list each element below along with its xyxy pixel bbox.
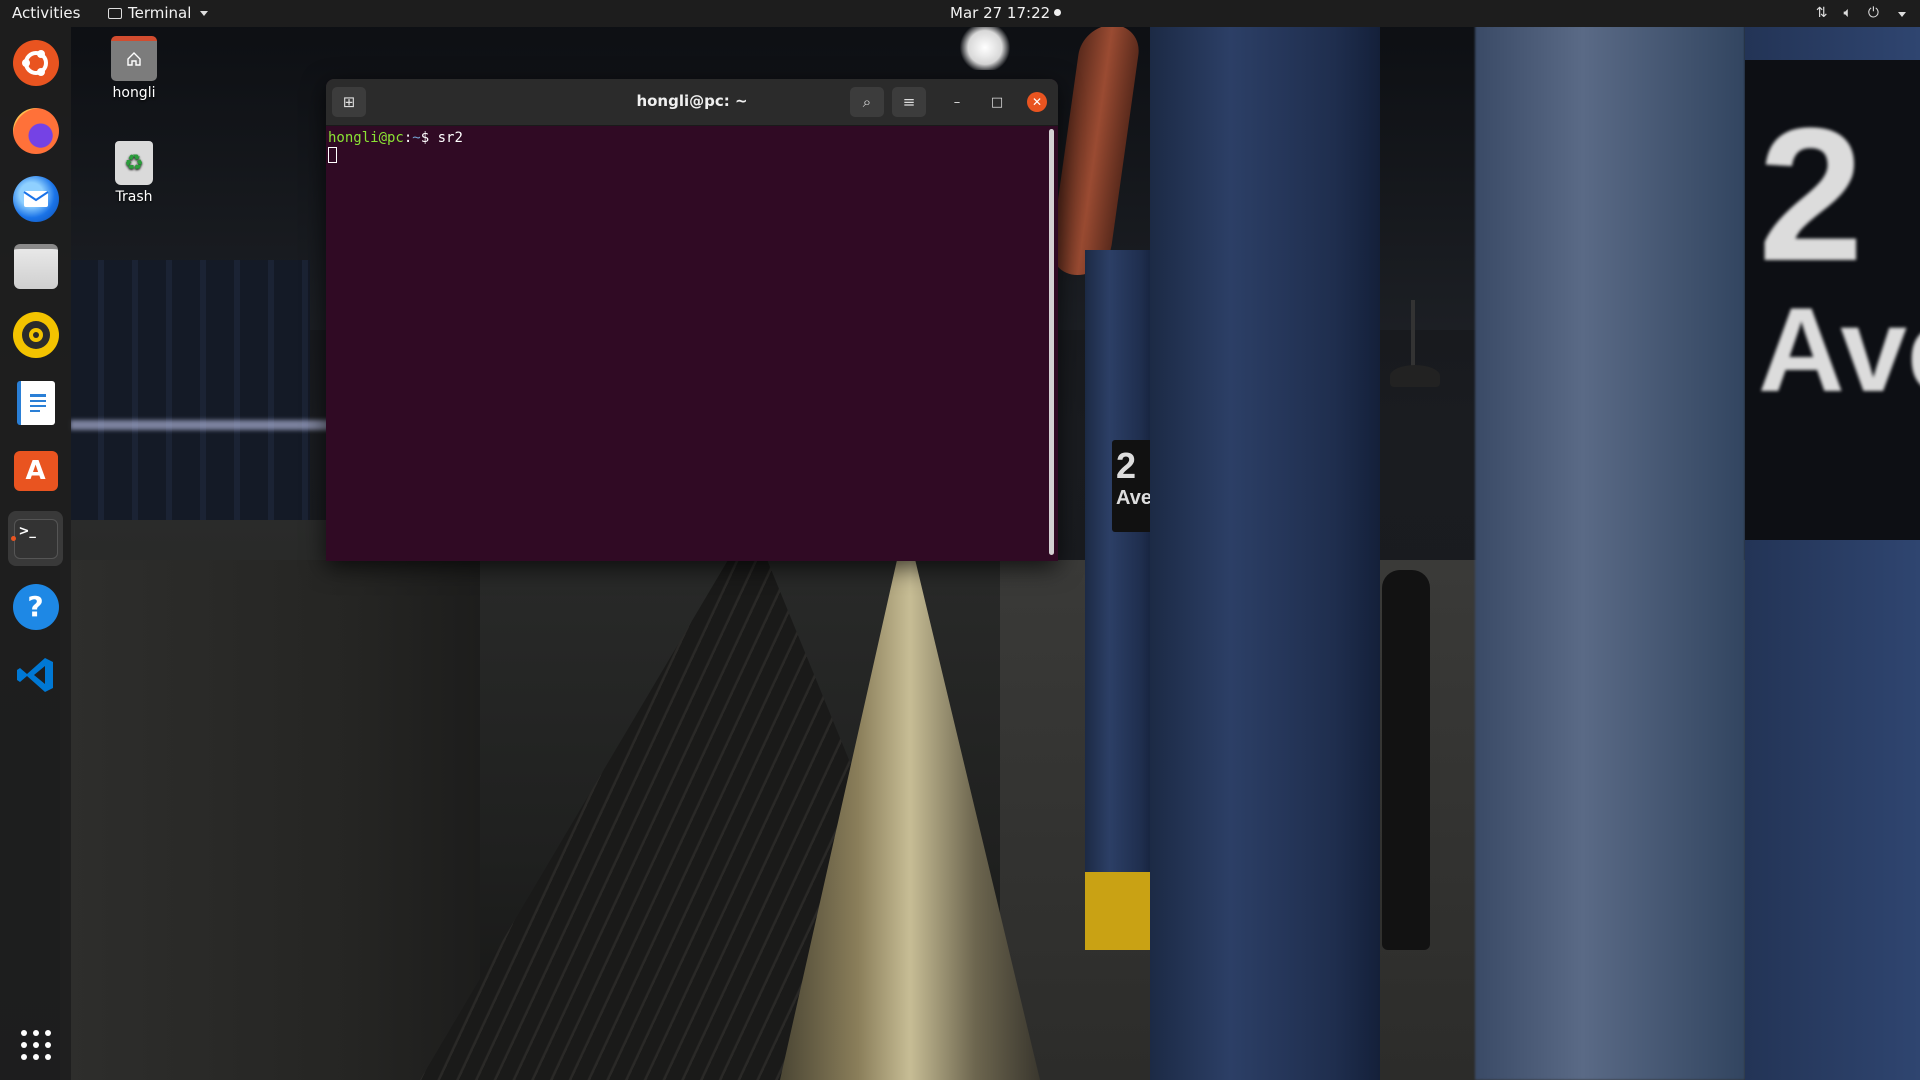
dock-item-writer[interactable] (8, 375, 63, 430)
top-bar: Activities Terminal Mar 27 17:22 ⇅ 🔈︎ ⏻ (0, 0, 1920, 27)
dock: A >_ ? (0, 27, 71, 1080)
home-folder-label: hongli (112, 85, 156, 101)
wallpaper-lamp-cord (1411, 300, 1415, 366)
minimize-button[interactable]: – (947, 92, 967, 112)
wallpaper-big-sign-number: 2 (1758, 89, 1864, 301)
app-menu-button[interactable]: Terminal (108, 4, 209, 22)
wallpaper-light (960, 25, 1010, 70)
terminal-line (328, 147, 1056, 165)
rhythmbox-icon (12, 311, 59, 358)
dock-item-files[interactable] (8, 239, 63, 294)
terminal-icon: >_ (13, 518, 58, 559)
clock-button[interactable]: Mar 27 17:22 (950, 4, 1050, 22)
terminal-titlebar[interactable]: ⊞ hongli@pc: ~ ⌕ ≡ – □ ✕ (326, 79, 1058, 126)
dock-item-vscode[interactable] (8, 647, 63, 702)
system-tray[interactable]: ⇅ 🔈︎ ⏻ (1816, 5, 1906, 21)
chevron-down-icon[interactable] (1898, 11, 1906, 17)
maximize-icon: □ (990, 94, 1004, 110)
writer-icon (16, 380, 55, 425)
desktop-home-folder[interactable]: hongli (94, 36, 174, 101)
prompt-symbol: $ (420, 130, 430, 146)
close-icon: ✕ (1031, 95, 1043, 109)
wallpaper-pillar (1150, 25, 1380, 1080)
home-folder-icon (111, 36, 157, 81)
volume-icon[interactable]: 🔈︎ (1844, 5, 1852, 21)
wallpaper-small-sign-text: Ave (1116, 487, 1152, 509)
dock-item-firefox[interactable] (8, 103, 63, 158)
search-button[interactable]: ⌕ (850, 87, 884, 117)
wallpaper-person (1382, 570, 1430, 950)
wallpaper-left-wall (60, 560, 480, 1080)
help-icon: ? (12, 583, 59, 630)
dock-item-show-apps[interactable] (8, 1017, 63, 1072)
trash-label: Trash (115, 189, 153, 205)
terminal-small-icon (108, 7, 122, 19)
search-icon: ⌕ (862, 93, 872, 111)
menu-button[interactable]: ≡ (892, 87, 926, 117)
thunderbird-icon (12, 175, 59, 222)
text-cursor (328, 147, 337, 163)
wallpaper-small-sign-number: 2 (1116, 445, 1137, 486)
close-button[interactable]: ✕ (1027, 92, 1047, 112)
trash-icon: ♻ (115, 141, 153, 185)
app-menu-label: Terminal (128, 4, 192, 22)
firefox-icon (12, 107, 59, 154)
show-apps-icon (20, 1029, 51, 1060)
hamburger-menu-icon: ≡ (902, 93, 916, 111)
terminal-scrollbar[interactable] (1049, 129, 1054, 555)
terminal-window[interactable]: ⊞ hongli@pc: ~ ⌕ ≡ – □ ✕ hongli@pc:~$ sr… (326, 79, 1058, 561)
minimize-icon: – (953, 94, 961, 110)
desktop-trash[interactable]: ♻ Trash (94, 141, 174, 205)
wallpaper-lamp (1390, 365, 1440, 387)
wallpaper-pillar (1085, 250, 1155, 950)
terminal-line: hongli@pc:~$ sr2 (328, 130, 1056, 147)
dock-item-terminal[interactable]: >_ (8, 511, 63, 566)
prompt-path: ~ (412, 130, 421, 146)
wallpaper-big-sign-text: Ave (1758, 283, 1920, 417)
maximize-button[interactable]: □ (987, 92, 1007, 112)
wallpaper-strip-light (70, 420, 330, 430)
ubuntu-icon (12, 39, 59, 86)
prompt-user: hongli@pc (328, 130, 404, 146)
dock-item-thunderbird[interactable] (8, 171, 63, 226)
dock-item-help[interactable]: ? (8, 579, 63, 634)
dock-item-ubuntu[interactable] (8, 35, 63, 90)
terminal-output[interactable]: hongli@pc:~$ sr2 (326, 126, 1058, 169)
chevron-down-icon (200, 10, 209, 16)
notification-dot-icon (1054, 9, 1061, 16)
running-indicator (11, 536, 16, 541)
dock-item-software[interactable]: A (8, 443, 63, 498)
activities-button[interactable]: Activities (12, 4, 80, 22)
files-icon (13, 244, 58, 289)
software-icon: A (13, 450, 58, 491)
network-icon[interactable]: ⇅ (1816, 5, 1828, 21)
wallpaper-pillar (1475, 25, 1745, 1080)
dock-item-rhythmbox[interactable] (8, 307, 63, 362)
vscode-icon (13, 652, 59, 698)
power-icon[interactable]: ⏻ (1868, 5, 1879, 21)
command-text: sr2 (429, 130, 463, 146)
wallpaper-pillar-base (1085, 872, 1155, 950)
